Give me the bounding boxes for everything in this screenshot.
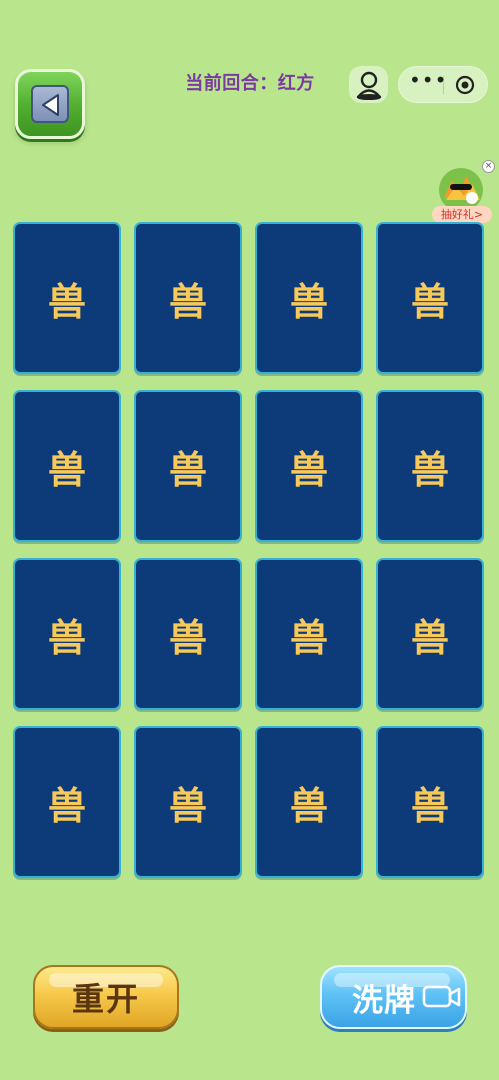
card[interactable]: 兽 bbox=[134, 222, 242, 374]
card-label: 兽 bbox=[410, 615, 449, 660]
card-label: 兽 bbox=[410, 447, 449, 492]
card[interactable]: 兽 bbox=[255, 390, 363, 542]
shuffle-button[interactable]: 洗牌 bbox=[320, 965, 467, 1029]
card[interactable]: 兽 bbox=[255, 726, 363, 878]
person-icon bbox=[356, 71, 382, 100]
card-label: 兽 bbox=[289, 447, 328, 492]
card[interactable]: 兽 bbox=[13, 390, 121, 542]
miniprogram-capsule: ••• bbox=[398, 66, 488, 103]
card-label: 兽 bbox=[289, 783, 328, 828]
gift-label: 抽好礼> bbox=[432, 206, 492, 223]
more-dots-icon[interactable]: ••• bbox=[409, 70, 446, 95]
restart-label: 重开 bbox=[71, 980, 140, 1018]
back-arrow-icon bbox=[31, 85, 69, 123]
card-label: 兽 bbox=[47, 615, 86, 660]
card-label: 兽 bbox=[47, 783, 86, 828]
card-label: 兽 bbox=[289, 615, 328, 660]
gift-close-button[interactable]: × bbox=[482, 160, 495, 173]
card-label: 兽 bbox=[410, 279, 449, 324]
card[interactable]: 兽 bbox=[376, 558, 484, 710]
card[interactable]: 兽 bbox=[13, 726, 121, 878]
card[interactable]: 兽 bbox=[13, 558, 121, 710]
video-camera-icon bbox=[422, 985, 461, 1008]
card[interactable]: 兽 bbox=[376, 390, 484, 542]
card[interactable]: 兽 bbox=[376, 726, 484, 878]
card-label: 兽 bbox=[168, 783, 207, 828]
back-button[interactable] bbox=[15, 69, 85, 139]
card[interactable]: 兽 bbox=[134, 726, 242, 878]
turn-indicator: 当前回合：红方 bbox=[185, 73, 315, 94]
card[interactable]: 兽 bbox=[376, 222, 484, 374]
card-label: 兽 bbox=[289, 279, 328, 324]
card-label: 兽 bbox=[47, 279, 86, 324]
card[interactable]: 兽 bbox=[255, 222, 363, 374]
gift-badge[interactable]: × 抽好礼> bbox=[432, 160, 496, 224]
profile-button[interactable] bbox=[349, 66, 388, 103]
card-label: 兽 bbox=[168, 615, 207, 660]
card[interactable]: 兽 bbox=[255, 558, 363, 710]
card-label: 兽 bbox=[47, 447, 86, 492]
card-label: 兽 bbox=[410, 783, 449, 828]
target-icon[interactable] bbox=[455, 75, 475, 95]
restart-button[interactable]: 重开 bbox=[33, 965, 179, 1029]
card[interactable]: 兽 bbox=[13, 222, 121, 374]
card[interactable]: 兽 bbox=[134, 558, 242, 710]
capsule-divider bbox=[443, 76, 444, 94]
card-label: 兽 bbox=[168, 447, 207, 492]
card[interactable]: 兽 bbox=[134, 390, 242, 542]
shuffle-label: 洗牌 bbox=[352, 982, 416, 1019]
card-label: 兽 bbox=[168, 279, 207, 324]
